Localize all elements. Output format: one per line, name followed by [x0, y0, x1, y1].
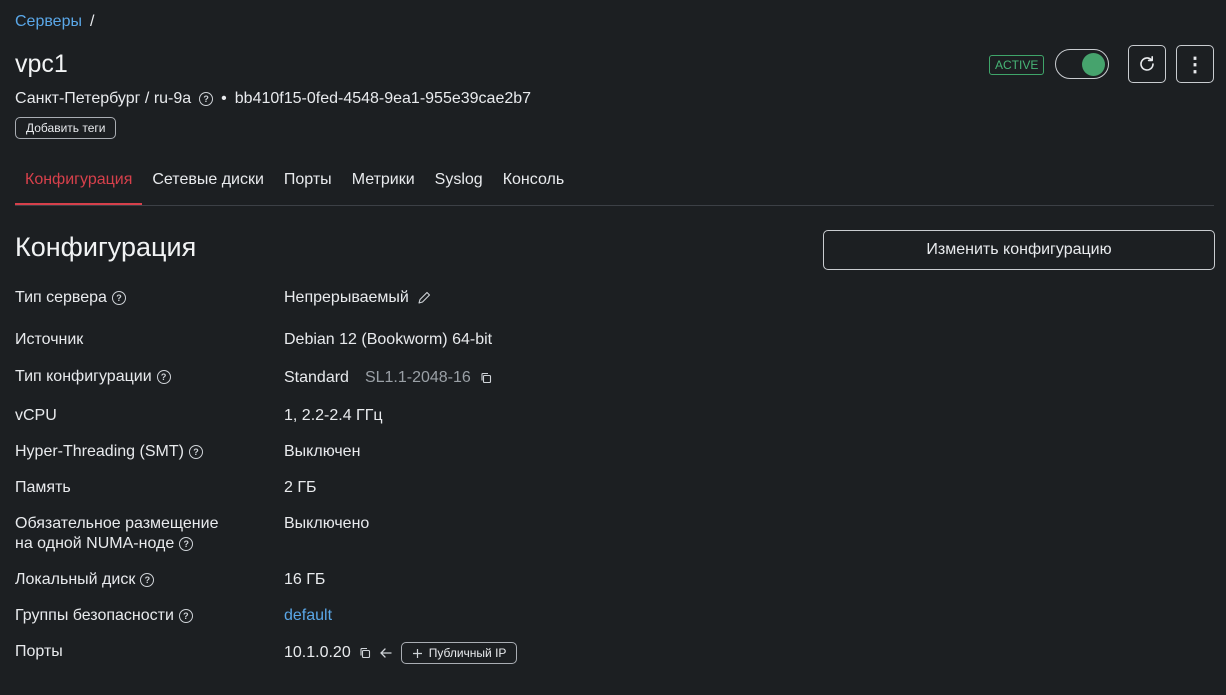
- help-icon[interactable]: ?: [178, 609, 193, 623]
- power-toggle[interactable]: [1055, 49, 1109, 79]
- server-location: Санкт-Петербург / ru-9a: [15, 90, 192, 107]
- edit-configuration-button[interactable]: Изменить конфигурацию: [823, 230, 1215, 270]
- source-label: Источник: [15, 331, 84, 348]
- security-groups-value: default: [284, 606, 332, 626]
- location-help-icon[interactable]: ?: [199, 92, 214, 106]
- port-ip: 10.1.0.20: [284, 644, 351, 661]
- smt-value: Выключен: [284, 443, 361, 460]
- more-actions-button[interactable]: ⋮: [1176, 45, 1214, 83]
- smt-label: Hyper-Threading (SMT) ?: [15, 442, 203, 462]
- memory-value: 2 ГБ: [284, 479, 317, 496]
- tab-ports[interactable]: Порты: [274, 157, 342, 205]
- add-public-ip-button[interactable]: Публичный IP: [400, 642, 518, 664]
- numa-label: Обязательное размещение на одной NUMA-но…: [15, 515, 219, 552]
- help-icon[interactable]: ?: [140, 573, 155, 587]
- breadcrumb: Серверы /: [15, 13, 94, 31]
- local-disk-label: Локальный диск ?: [15, 570, 155, 590]
- refresh-icon: [1140, 56, 1154, 71]
- security-groups-label: Группы безопасности ?: [15, 606, 193, 626]
- server-type-label: Тип сервера ?: [15, 288, 126, 308]
- tab-syslog[interactable]: Syslog: [425, 157, 493, 205]
- arrow-left-icon: [380, 648, 392, 658]
- server-type-value: Непрерываемый: [284, 288, 431, 308]
- numa-value: Выключено: [284, 515, 370, 532]
- server-subline: Санкт-Петербург / ru-9a ? • bb410f15-0fe…: [15, 90, 531, 108]
- tab-configuration[interactable]: Конфигурация: [15, 157, 143, 205]
- tab-metrics[interactable]: Метрики: [342, 157, 425, 205]
- tab-bar: Конфигурация Сетевые диски Порты Метрики…: [15, 157, 1214, 206]
- memory-label: Память: [15, 479, 71, 496]
- refresh-button[interactable]: [1128, 45, 1166, 83]
- help-icon[interactable]: ?: [188, 445, 203, 459]
- ports-label: Порты: [15, 643, 63, 660]
- add-tags-button[interactable]: Добавить теги: [15, 117, 117, 139]
- toggle-knob: [1082, 52, 1105, 76]
- breadcrumb-servers-link[interactable]: Серверы: [15, 13, 82, 31]
- help-icon[interactable]: ?: [179, 537, 194, 551]
- flavor-code: SL1.1-2048-16: [364, 369, 471, 386]
- config-type-label: Тип конфигурации ?: [15, 367, 171, 387]
- vcpu-value: 1, 2.2-2.4 ГГц: [284, 407, 383, 424]
- pencil-icon[interactable]: [417, 291, 431, 305]
- copy-icon[interactable]: [359, 647, 371, 659]
- more-vertical-icon: ⋮: [1185, 53, 1205, 76]
- source-value: Debian 12 (Bookworm) 64-bit: [284, 331, 493, 348]
- breadcrumb-separator: /: [89, 13, 95, 30]
- help-icon[interactable]: ?: [111, 291, 126, 305]
- help-icon[interactable]: ?: [156, 370, 171, 384]
- local-disk-value: 16 ГБ: [284, 571, 326, 588]
- security-group-link[interactable]: default: [284, 606, 332, 626]
- page-title: vpc1: [15, 50, 68, 78]
- plus-icon: [412, 648, 422, 658]
- tab-network-disks[interactable]: Сетевые диски: [142, 157, 274, 205]
- vcpu-label: vCPU: [15, 407, 57, 424]
- status-badge: ACTIVE: [989, 55, 1045, 75]
- server-id: bb410f15-0fed-4548-9ea1-955e39cae2b7: [234, 90, 532, 107]
- copy-icon[interactable]: [480, 372, 492, 384]
- bullet-separator: •: [221, 90, 227, 107]
- config-type-value: Standard SL1.1-2048-16: [284, 368, 492, 388]
- section-title: Конфигурация: [15, 232, 197, 262]
- ports-value: 10.1.0.20 Публичный IP: [284, 642, 518, 664]
- tab-console[interactable]: Консоль: [493, 157, 574, 205]
